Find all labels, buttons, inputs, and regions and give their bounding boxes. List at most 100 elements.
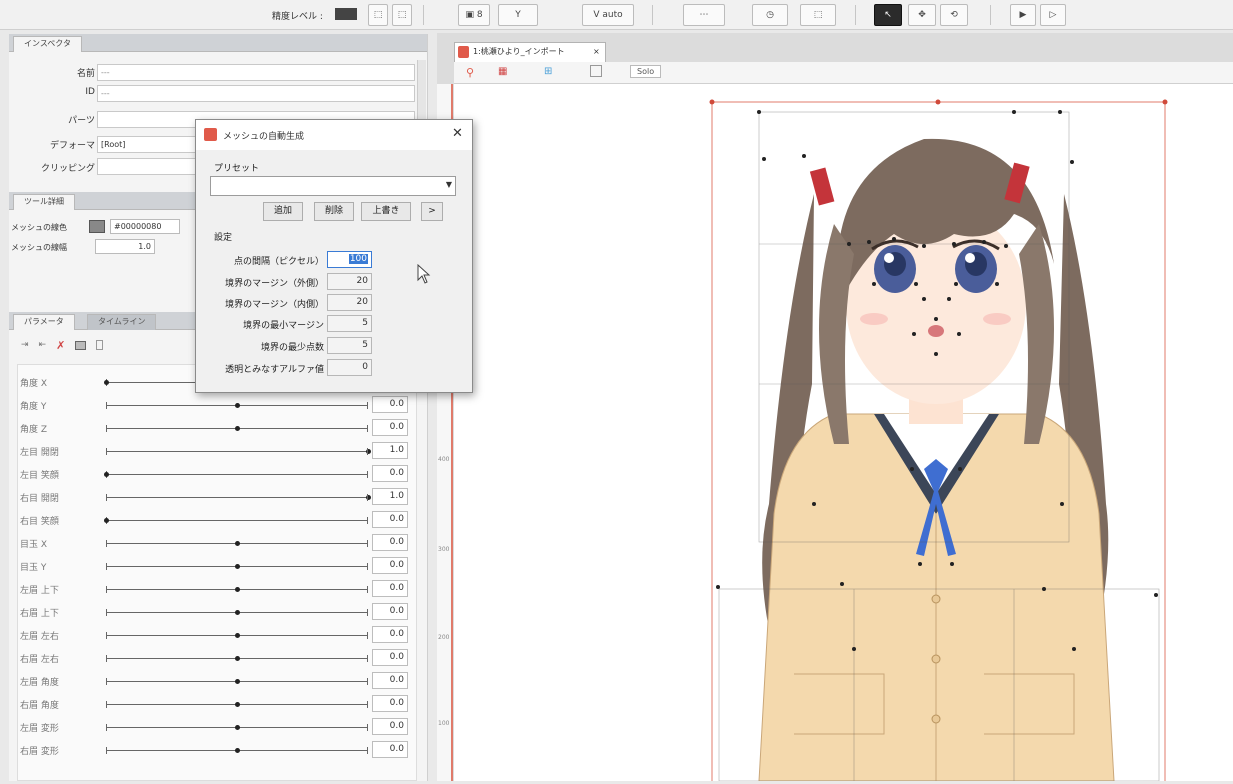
- param-value-field[interactable]: 0.0: [372, 557, 408, 574]
- toolbar-button-2[interactable]: ⬚: [392, 4, 412, 26]
- delete-preset-button[interactable]: 削除: [314, 202, 354, 221]
- param-value-field[interactable]: 0.0: [372, 580, 408, 597]
- toolbar-button-1[interactable]: ⬚: [368, 4, 388, 26]
- slider-handle[interactable]: [235, 679, 240, 684]
- toolbar-button-10[interactable]: ✥: [908, 4, 936, 26]
- slider-handle[interactable]: [104, 380, 109, 385]
- param-doc-icon[interactable]: [96, 340, 104, 350]
- tab-timeline[interactable]: タイムライン: [87, 314, 157, 330]
- grid-toggle-icon[interactable]: ⊞: [544, 66, 552, 77]
- min-points-field[interactable]: 5: [327, 337, 372, 354]
- param-slider[interactable]: [106, 402, 368, 409]
- preset-select[interactable]: ▼: [210, 176, 456, 196]
- param-slider[interactable]: [106, 701, 368, 708]
- param-slider[interactable]: [104, 517, 368, 524]
- param-slider[interactable]: [106, 540, 368, 547]
- mesh-color-swatch[interactable]: [89, 220, 105, 233]
- slider-handle[interactable]: [104, 472, 109, 477]
- toolbar-button-13[interactable]: ▷: [1040, 4, 1066, 26]
- tab-inspector[interactable]: インスペクタ: [13, 36, 82, 52]
- frame-icon[interactable]: [590, 65, 602, 77]
- param-value-field[interactable]: 0.0: [372, 695, 408, 712]
- document-tab-close[interactable]: ×: [593, 43, 600, 61]
- param-value-field[interactable]: 0.0: [372, 465, 408, 482]
- slider-handle[interactable]: [235, 633, 240, 638]
- slider-handle[interactable]: [235, 656, 240, 661]
- param-slider[interactable]: [104, 471, 368, 478]
- slider-handle[interactable]: [235, 725, 240, 730]
- mesh-width-field[interactable]: 1.0: [95, 239, 155, 254]
- slider-handle[interactable]: [235, 564, 240, 569]
- slider-handle[interactable]: [235, 403, 240, 408]
- display-level-swatch[interactable]: [335, 8, 357, 20]
- point-interval-field[interactable]: 100: [327, 251, 372, 268]
- toolbar-button-11[interactable]: ⟲: [940, 4, 968, 26]
- slider-handle[interactable]: [235, 587, 240, 592]
- add-preset-button[interactable]: 追加: [263, 202, 303, 221]
- slider-handle[interactable]: [104, 518, 109, 523]
- tab-parameters[interactable]: パラメータ: [13, 314, 75, 330]
- slider-handle[interactable]: [366, 449, 371, 454]
- param-grid-icon[interactable]: [75, 340, 87, 350]
- inner-margin-field[interactable]: 20: [327, 294, 372, 311]
- slider-handle[interactable]: [235, 541, 240, 546]
- param-slider[interactable]: [106, 655, 368, 662]
- param-value-field[interactable]: 1.0: [372, 488, 408, 505]
- name-field[interactable]: ---: [97, 64, 415, 81]
- param-slider[interactable]: [106, 747, 368, 754]
- param-keyform-icon[interactable]: ✗: [56, 339, 65, 352]
- toolbar-button-9[interactable]: ↖: [874, 4, 902, 26]
- model-canvas[interactable]: [454, 84, 1233, 784]
- overwrite-preset-button[interactable]: 上書き: [361, 202, 411, 221]
- param-value-field[interactable]: 0.0: [372, 649, 408, 666]
- slider-handle[interactable]: [235, 702, 240, 707]
- id-field[interactable]: ---: [97, 85, 415, 102]
- param-slider[interactable]: [106, 678, 368, 685]
- toolbar-button-4[interactable]: Y: [498, 4, 538, 26]
- param-slider[interactable]: [106, 448, 371, 455]
- min-margin-field[interactable]: 5: [327, 315, 372, 332]
- deformer-field[interactable]: [Root]: [97, 136, 197, 153]
- param-value-field[interactable]: 0.0: [372, 603, 408, 620]
- toolbar-button-6[interactable]: ⋯: [683, 4, 725, 26]
- param-value-field[interactable]: 0.0: [372, 419, 408, 436]
- slider-handle[interactable]: [235, 610, 240, 615]
- solo-button[interactable]: Solo: [630, 65, 662, 78]
- clipping-field[interactable]: [97, 158, 197, 175]
- slider-handle[interactable]: [235, 748, 240, 753]
- slider-handle[interactable]: [366, 495, 371, 500]
- close-icon[interactable]: ✕: [452, 126, 463, 141]
- param-slider[interactable]: [106, 632, 368, 639]
- toolbar-button-12[interactable]: ▶: [1010, 4, 1036, 26]
- deformer-view-icon[interactable]: ⚲: [466, 66, 474, 79]
- alpha-threshold-field[interactable]: 0: [327, 359, 372, 376]
- param-slider[interactable]: [106, 609, 368, 616]
- param-slider[interactable]: [106, 494, 371, 501]
- param-tool-icon-2[interactable]: ⇤: [39, 340, 47, 350]
- more-button[interactable]: >: [421, 202, 443, 221]
- param-value-field[interactable]: 1.0: [372, 442, 408, 459]
- toolbar-button-5[interactable]: V auto: [582, 4, 634, 26]
- param-tool-icon-1[interactable]: ⇥: [21, 340, 29, 350]
- param-value-field[interactable]: 0.0: [372, 741, 408, 758]
- outer-margin-field[interactable]: 20: [327, 273, 372, 290]
- param-value-field[interactable]: 0.0: [372, 511, 408, 528]
- param-value-field[interactable]: 0.0: [372, 672, 408, 689]
- mesh-color-field[interactable]: #00000080: [110, 219, 180, 234]
- param-value-field[interactable]: 0.0: [372, 534, 408, 551]
- param-value-field[interactable]: 0.0: [372, 396, 408, 413]
- param-value-field[interactable]: 0.0: [372, 718, 408, 735]
- slider-handle[interactable]: [235, 426, 240, 431]
- document-tab[interactable]: 1:桃瀬ひより_インポート ×: [454, 42, 606, 62]
- toolbar-button-8[interactable]: ⬚: [800, 4, 836, 26]
- param-slider[interactable]: [106, 586, 368, 593]
- param-value-field[interactable]: 0.0: [372, 626, 408, 643]
- guide-icon[interactable]: ▦: [498, 66, 507, 77]
- mesh-auto-generate-dialog: メッシュの自動生成 ✕ プリセット ▼ 追加 削除 上書き > 設定 点の間隔（…: [195, 119, 473, 393]
- toolbar-button-7[interactable]: ◷: [752, 4, 788, 26]
- toolbar-button-3[interactable]: ▣ 8: [458, 4, 490, 26]
- param-slider[interactable]: [106, 563, 368, 570]
- tab-tool-detail[interactable]: ツール詳細: [13, 194, 75, 210]
- param-slider[interactable]: [106, 425, 368, 432]
- param-slider[interactable]: [106, 724, 368, 731]
